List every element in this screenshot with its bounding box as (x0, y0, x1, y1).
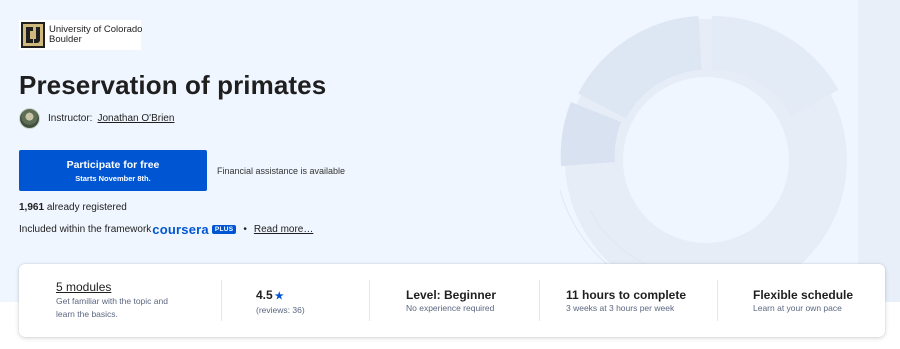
instructor-link[interactable]: Jonathan O'Brien (97, 113, 174, 124)
duration-title: 11 hours to complete (566, 288, 687, 302)
star-icon: ★ (274, 291, 284, 302)
included-prefix: Included within the framework (19, 224, 152, 235)
rating-value-row: 4.5 ★ (256, 288, 284, 302)
schedule-section: Flexible schedule Learn at your own pace (717, 264, 885, 337)
level-section: Level: Beginner No experience required (369, 264, 539, 337)
course-info-card: 5 modules Get familiar with the topic an… (19, 264, 885, 337)
included-in-plus: Included within the framework coursera P… (19, 222, 313, 237)
level-title: Level: Beginner (406, 288, 497, 302)
rating-reviews: (reviews: 36) (256, 305, 305, 315)
bullet-separator: • (243, 224, 247, 235)
duration-section: 11 hours to complete 3 weeks at 3 hours … (539, 264, 717, 337)
enroll-start-date: Starts November 8th. (75, 173, 151, 183)
modules-desc-line2: learn the basics. (56, 309, 118, 319)
cu-boulder-logo-icon (21, 22, 45, 48)
modules-desc-line1: Get familiar with the topic and (56, 296, 168, 306)
coursera-logo[interactable]: coursera (152, 222, 209, 237)
registered-number: 1,961 (19, 202, 45, 213)
plus-badge: PLUS (211, 225, 237, 234)
modules-section: 5 modules Get familiar with the topic an… (19, 264, 221, 337)
duration-desc: 3 weeks at 3 hours per week (566, 303, 675, 313)
level-desc: No experience required (406, 303, 495, 313)
rating-section: 4.5 ★ (reviews: 36) (221, 264, 369, 337)
rating-value: 4.5 (256, 288, 273, 302)
university-logo[interactable]: University of Colorado Boulder (19, 20, 142, 50)
schedule-desc: Learn at your own pace (753, 303, 842, 313)
financial-aid-text: Financial assistance is available (217, 166, 346, 176)
modules-link[interactable]: 5 modules (56, 280, 111, 294)
instructor-avatar[interactable] (19, 108, 40, 129)
instructor-row: Instructor: Jonathan O'Brien (19, 108, 174, 129)
registered-count: 1,961 already registered (19, 202, 127, 213)
registered-label: already registered (46, 202, 127, 213)
university-name: University of Colorado Boulder (49, 25, 142, 45)
enroll-button[interactable]: Participate for free Starts November 8th… (19, 150, 207, 191)
instructor-label: Instructor: (48, 113, 93, 124)
schedule-title: Flexible schedule (753, 288, 854, 302)
enroll-button-label: Participate for free (66, 158, 160, 171)
page-title: Preservation of primates (19, 70, 327, 100)
university-name-line2: Boulder (49, 34, 82, 45)
read-more-link[interactable]: Read more… (254, 224, 313, 235)
